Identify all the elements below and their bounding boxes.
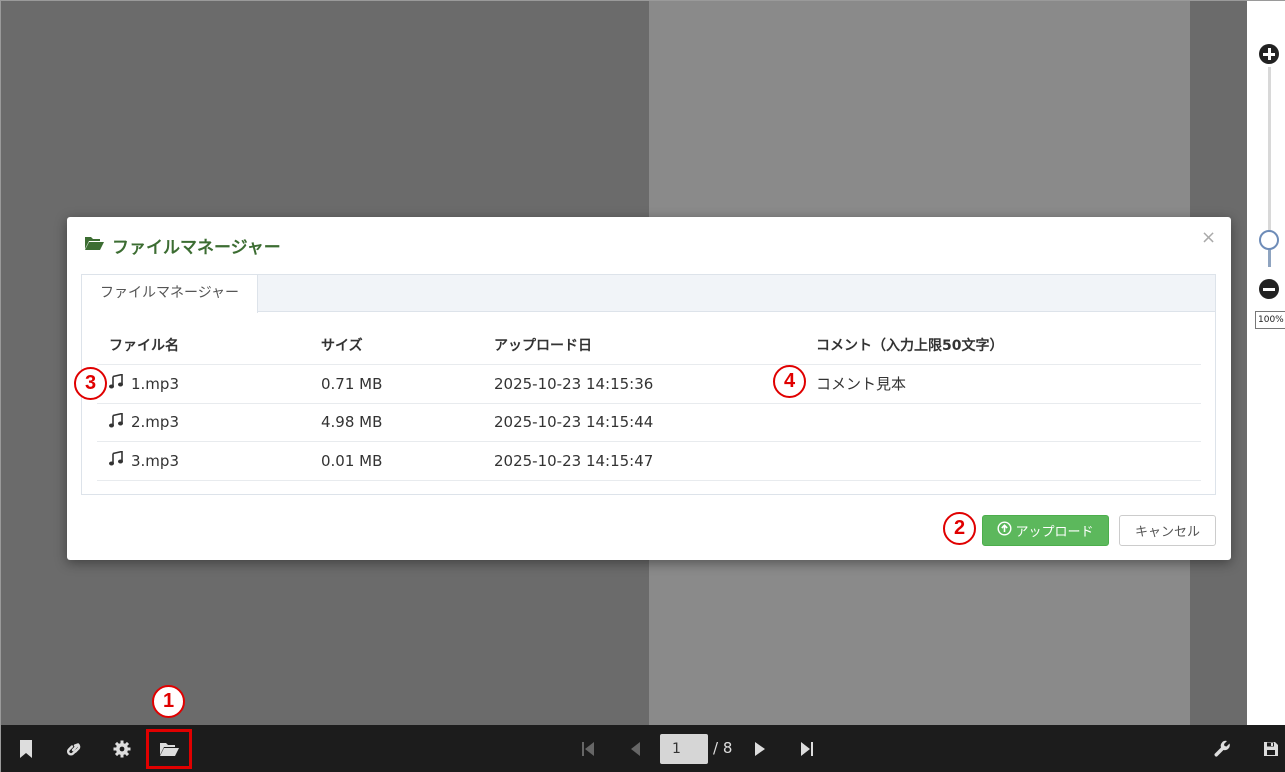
- date-cell: 2025-10-23 14:15:36: [494, 374, 654, 393]
- tab-file-manager[interactable]: ファイルマネージャー: [82, 275, 258, 313]
- comment-cell[interactable]: コメント見本: [816, 365, 906, 403]
- filename-cell: 3.mp3: [109, 442, 179, 480]
- tab-strip: ファイルマネージャー: [82, 275, 1215, 313]
- annotation-marker-3: 3: [74, 367, 107, 400]
- file-manager-modal: ファイルマネージャー × ファイルマネージャー ファイル名 サイズ アップロード…: [67, 217, 1231, 560]
- column-header-comment[interactable]: コメント（入力上限50文字）: [816, 325, 1003, 364]
- folder-open-icon: [84, 235, 104, 256]
- last-page-icon[interactable]: [795, 737, 819, 761]
- table-row[interactable]: 1.mp3 0.71 MB 2025-10-23 14:15:36 コメント見本: [97, 365, 1201, 404]
- zoom-in-icon[interactable]: [1259, 44, 1279, 64]
- column-header-size[interactable]: サイズ: [321, 325, 363, 364]
- file-manager-panel: ファイルマネージャー ファイル名 サイズ アップロード日 コメント（入力上限50…: [81, 274, 1216, 495]
- column-header-filename[interactable]: ファイル名: [109, 325, 179, 364]
- cancel-button[interactable]: キャンセル: [1119, 515, 1216, 546]
- gear-icon[interactable]: [110, 737, 134, 761]
- annotation-marker-4: 4: [773, 365, 806, 398]
- date-cell: 2025-10-23 14:15:44: [494, 413, 654, 432]
- prev-page-icon[interactable]: [623, 737, 647, 761]
- annotation-marker-1: 1: [152, 685, 185, 718]
- table-row[interactable]: 2.mp3 4.98 MB 2025-10-23 14:15:44: [97, 404, 1201, 442]
- close-icon[interactable]: ×: [1201, 227, 1216, 248]
- date-cell: 2025-10-23 14:15:47: [494, 451, 654, 470]
- zoom-panel: 100%: [1247, 1, 1285, 725]
- next-page-icon[interactable]: [748, 737, 772, 761]
- annotation-marker-2: 2: [943, 512, 976, 545]
- bottom-toolbar: 1 / 8: [1, 725, 1285, 772]
- wrench-icon[interactable]: [1210, 737, 1234, 761]
- page-total: / 8: [713, 739, 733, 757]
- folder-button-highlight: [146, 729, 192, 769]
- filename-link[interactable]: 3.mp3: [131, 452, 179, 470]
- size-cell: 4.98 MB: [321, 413, 383, 432]
- upload-button-label: アップロード: [1015, 525, 1094, 540]
- modal-title-text: ファイルマネージャー: [112, 237, 281, 258]
- table-header: ファイル名 サイズ アップロード日 コメント（入力上限50文字）: [97, 325, 1201, 365]
- save-icon[interactable]: [1259, 737, 1283, 761]
- filename-link[interactable]: 2.mp3: [131, 413, 179, 431]
- upload-circle-icon: [997, 521, 1012, 540]
- file-table: ファイル名 サイズ アップロード日 コメント（入力上限50文字） 1.mp3 0…: [97, 325, 1201, 481]
- upload-button[interactable]: アップロード: [982, 515, 1109, 546]
- column-header-date[interactable]: アップロード日: [494, 325, 592, 364]
- filename-cell: 1.mp3: [109, 365, 179, 403]
- modal-title: ファイルマネージャー: [84, 233, 281, 258]
- table-row[interactable]: 3.mp3 0.01 MB 2025-10-23 14:15:47: [97, 442, 1201, 481]
- zoom-out-icon[interactable]: [1259, 279, 1279, 299]
- music-note-icon: [109, 450, 123, 470]
- music-note-icon: [109, 373, 123, 393]
- zoom-slider-thumb[interactable]: [1259, 230, 1279, 250]
- filename-cell: 2.mp3: [109, 404, 179, 442]
- link-icon[interactable]: [62, 737, 86, 761]
- zoom-level-label: 100%: [1255, 311, 1285, 329]
- first-page-icon[interactable]: [576, 737, 600, 761]
- page-number-input[interactable]: 1: [660, 734, 708, 764]
- size-cell: 0.71 MB: [321, 374, 383, 393]
- filename-link[interactable]: 1.mp3: [131, 375, 179, 393]
- size-cell: 0.01 MB: [321, 451, 383, 470]
- bookmark-icon[interactable]: [14, 737, 38, 761]
- music-note-icon: [109, 412, 123, 432]
